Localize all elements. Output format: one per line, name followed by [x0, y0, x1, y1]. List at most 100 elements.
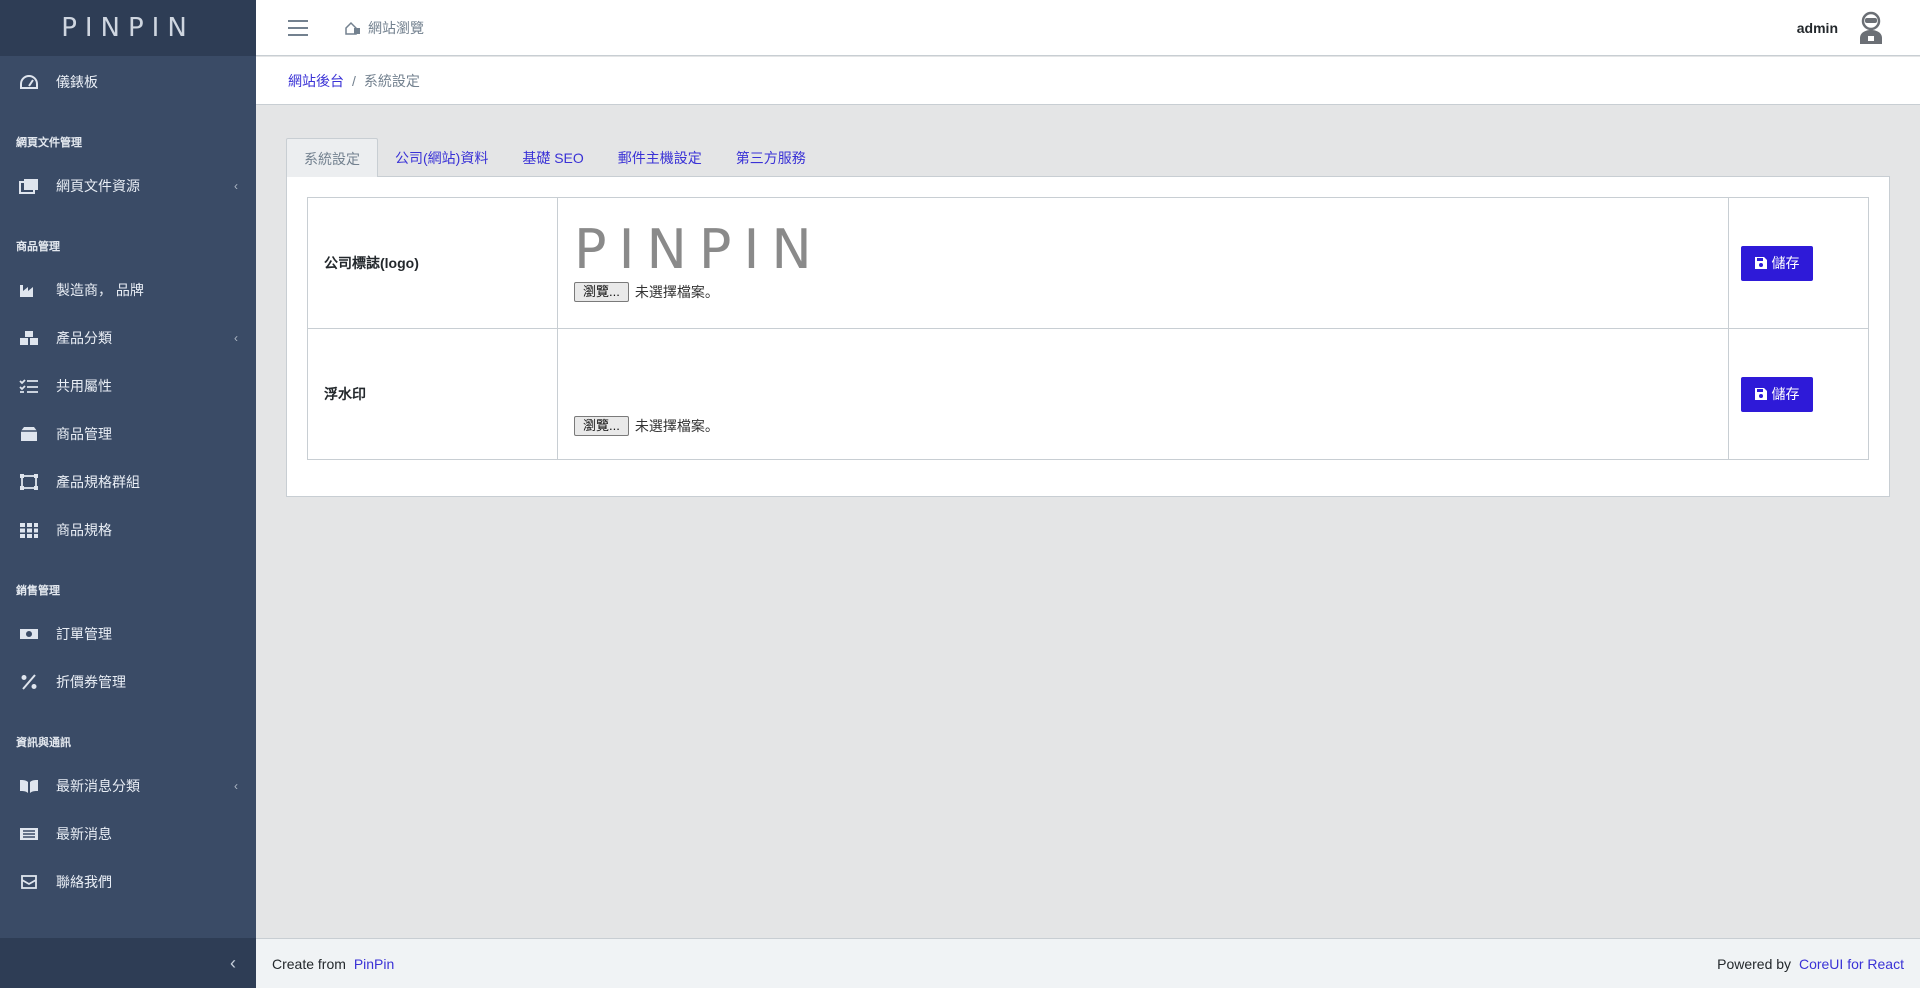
- sidebar-item-contact[interactable]: 聯絡我們: [0, 858, 256, 906]
- boxes-icon: [18, 329, 40, 347]
- breadcrumb-root[interactable]: 網站後台: [288, 71, 344, 91]
- logo-label: 公司標誌(logo): [307, 197, 558, 329]
- breadcrumb-current: 系統設定: [363, 72, 420, 89]
- sidebar-item-label: 折價券管理: [56, 674, 126, 690]
- watermark-label: 浮水印: [307, 328, 558, 460]
- book-open-icon: [18, 777, 40, 795]
- logo-preview-image: PINPIN: [574, 218, 824, 281]
- vector-square-icon: [18, 473, 40, 491]
- save-button-label: 儲存: [1771, 386, 1800, 402]
- sidebar-item-manufacturer[interactable]: 製造商， 品牌: [0, 266, 256, 314]
- site-browse-link[interactable]: 網站瀏覽: [344, 18, 424, 38]
- sidebar-item-label: 網頁文件資源: [56, 178, 140, 194]
- watermark-file-input[interactable]: 瀏覽... 未選擇檔案。: [574, 416, 1728, 436]
- no-file-text: 未選擇檔案。: [634, 418, 719, 434]
- envelope-icon: [18, 873, 40, 891]
- sidebar-item-label: 商品規格: [56, 522, 112, 538]
- sidebar-item-label: 產品規格群組: [56, 474, 140, 490]
- sidebar-item-news[interactable]: 最新消息: [0, 810, 256, 858]
- logo-field: PINPIN 瀏覽... 未選擇檔案。: [557, 197, 1729, 329]
- money-bill-icon: [18, 625, 40, 643]
- sidebar-item-spec-groups[interactable]: 產品規格群組: [0, 458, 256, 506]
- sidebar-item-dashboard[interactable]: 儀錶板: [0, 58, 256, 106]
- settings-tabs: 系統設定 公司(網站)資料 基礎 SEO 郵件主機設定 第三方服務: [286, 138, 1890, 177]
- sidebar-item-orders[interactable]: 訂單管理: [0, 610, 256, 658]
- sidebar-minimizer[interactable]: ‹: [0, 938, 256, 988]
- sidebar-item-label: 製造商， 品牌: [56, 282, 144, 298]
- sidebar-item-common-attributes[interactable]: 共用屬性: [0, 362, 256, 410]
- sidebar-item-label: 儀錶板: [56, 74, 98, 90]
- sidebar-item-label: 最新消息: [56, 826, 112, 842]
- chevron-left-icon: ‹: [234, 179, 238, 193]
- avatar[interactable]: [1856, 11, 1886, 45]
- footer-powered-link[interactable]: CoreUI for React: [1799, 956, 1904, 972]
- chevron-left-icon: ‹: [234, 331, 238, 345]
- sidebar-item-specs[interactable]: 商品規格: [0, 506, 256, 554]
- save-button-label: 儲存: [1771, 255, 1800, 271]
- main-content: 系統設定 公司(網站)資料 基礎 SEO 郵件主機設定 第三方服務 公司標誌(l…: [286, 138, 1890, 497]
- breadcrumb-separator: /: [352, 72, 356, 89]
- section-title-product: 商品管理: [16, 241, 60, 253]
- footer-create-prefix: Create from: [272, 955, 346, 972]
- list-check-icon: [18, 377, 40, 395]
- site-browse-label: 網站瀏覽: [368, 19, 424, 36]
- box-icon: [18, 425, 40, 443]
- settings-table: 公司標誌(logo) PINPIN 瀏覽... 未選擇檔案。 儲存 浮水印 瀏覽…: [307, 197, 1869, 460]
- footer-create-link[interactable]: PinPin: [354, 956, 394, 972]
- sidebar-item-label: 產品分類: [56, 330, 112, 346]
- save-icon: [1754, 388, 1767, 400]
- images-icon: [18, 177, 40, 195]
- save-icon: [1754, 257, 1767, 269]
- section-title-web: 網頁文件管理: [16, 137, 82, 149]
- footer-powered-prefix: Powered by: [1717, 955, 1792, 972]
- sidebar-item-news-category[interactable]: 最新消息分類 ‹: [0, 762, 256, 810]
- tab-panel: 公司標誌(logo) PINPIN 瀏覽... 未選擇檔案。 儲存 浮水印 瀏覽…: [286, 177, 1890, 497]
- watermark-preview: [574, 352, 1728, 416]
- sidebar-item-web-resources[interactable]: 網頁文件資源 ‹: [0, 162, 256, 210]
- tab-mail-server[interactable]: 郵件主機設定: [601, 138, 719, 177]
- table-row: 公司標誌(logo) PINPIN 瀏覽... 未選擇檔案。 儲存: [307, 197, 1869, 329]
- sidebar-item-label: 共用屬性: [56, 378, 112, 394]
- save-logo-button[interactable]: 儲存: [1741, 245, 1813, 281]
- username[interactable]: admin: [1797, 20, 1838, 36]
- logo-file-input[interactable]: 瀏覽... 未選擇檔案。: [574, 282, 1728, 302]
- sidebar-item-label: 最新消息分類: [56, 778, 140, 794]
- footer-powered: Powered by CoreUI for React: [1717, 956, 1904, 972]
- tab-third-party[interactable]: 第三方服務: [719, 138, 823, 177]
- logo-action: 儲存: [1728, 197, 1869, 329]
- speedometer-icon: [18, 73, 40, 91]
- footer-create: Create from PinPin: [272, 956, 394, 972]
- grid-icon: [18, 521, 40, 539]
- percent-icon: [18, 673, 40, 691]
- tab-basic-seo[interactable]: 基礎 SEO: [505, 138, 600, 177]
- chevron-left-icon: ‹: [234, 779, 238, 793]
- table-row: 浮水印 瀏覽... 未選擇檔案。 儲存: [307, 328, 1869, 460]
- menu-toggle-icon[interactable]: [288, 19, 308, 36]
- industry-icon: [18, 281, 40, 299]
- sidebar-item-label: 訂單管理: [56, 626, 112, 642]
- no-file-text: 未選擇檔案。: [634, 284, 719, 300]
- chevron-left-icon: ‹: [230, 952, 236, 973]
- watermark-field: 瀏覽... 未選擇檔案。: [557, 328, 1729, 460]
- tab-system-settings[interactable]: 系統設定: [286, 138, 378, 177]
- sidebar-item-label: 聯絡我們: [56, 874, 112, 890]
- footer: Create from PinPin Powered by CoreUI for…: [256, 938, 1920, 988]
- section-title-news: 資訊與通訊: [16, 737, 71, 749]
- sidebar-item-coupons[interactable]: 折價券管理: [0, 658, 256, 706]
- tab-company-info[interactable]: 公司(網站)資料: [378, 138, 505, 177]
- sidebar-item-product-category[interactable]: 產品分類 ‹: [0, 314, 256, 362]
- brand-logo[interactable]: PINPIN: [0, 0, 256, 56]
- section-title-sales: 銷售管理: [16, 585, 60, 597]
- breadcrumb: 網站後台 / 系統設定: [256, 57, 1920, 105]
- browse-button[interactable]: 瀏覽...: [574, 416, 629, 436]
- save-watermark-button[interactable]: 儲存: [1741, 376, 1813, 412]
- newspaper-icon: [18, 825, 40, 843]
- external-home-icon: [345, 21, 360, 35]
- sidebar: PINPIN 儀錶板 網頁文件管理 網頁文件資源 ‹ 商品管理 製造商， 品牌: [0, 0, 256, 988]
- sidebar-nav: 儀錶板 網頁文件管理 網頁文件資源 ‹ 商品管理 製造商， 品牌 產品分類 ‹: [0, 56, 256, 938]
- sidebar-item-label: 商品管理: [56, 426, 112, 442]
- header-user: admin: [1797, 11, 1886, 45]
- browse-button[interactable]: 瀏覽...: [574, 282, 629, 302]
- sidebar-item-product-management[interactable]: 商品管理: [0, 410, 256, 458]
- top-header: 網站瀏覽 admin: [256, 0, 1920, 56]
